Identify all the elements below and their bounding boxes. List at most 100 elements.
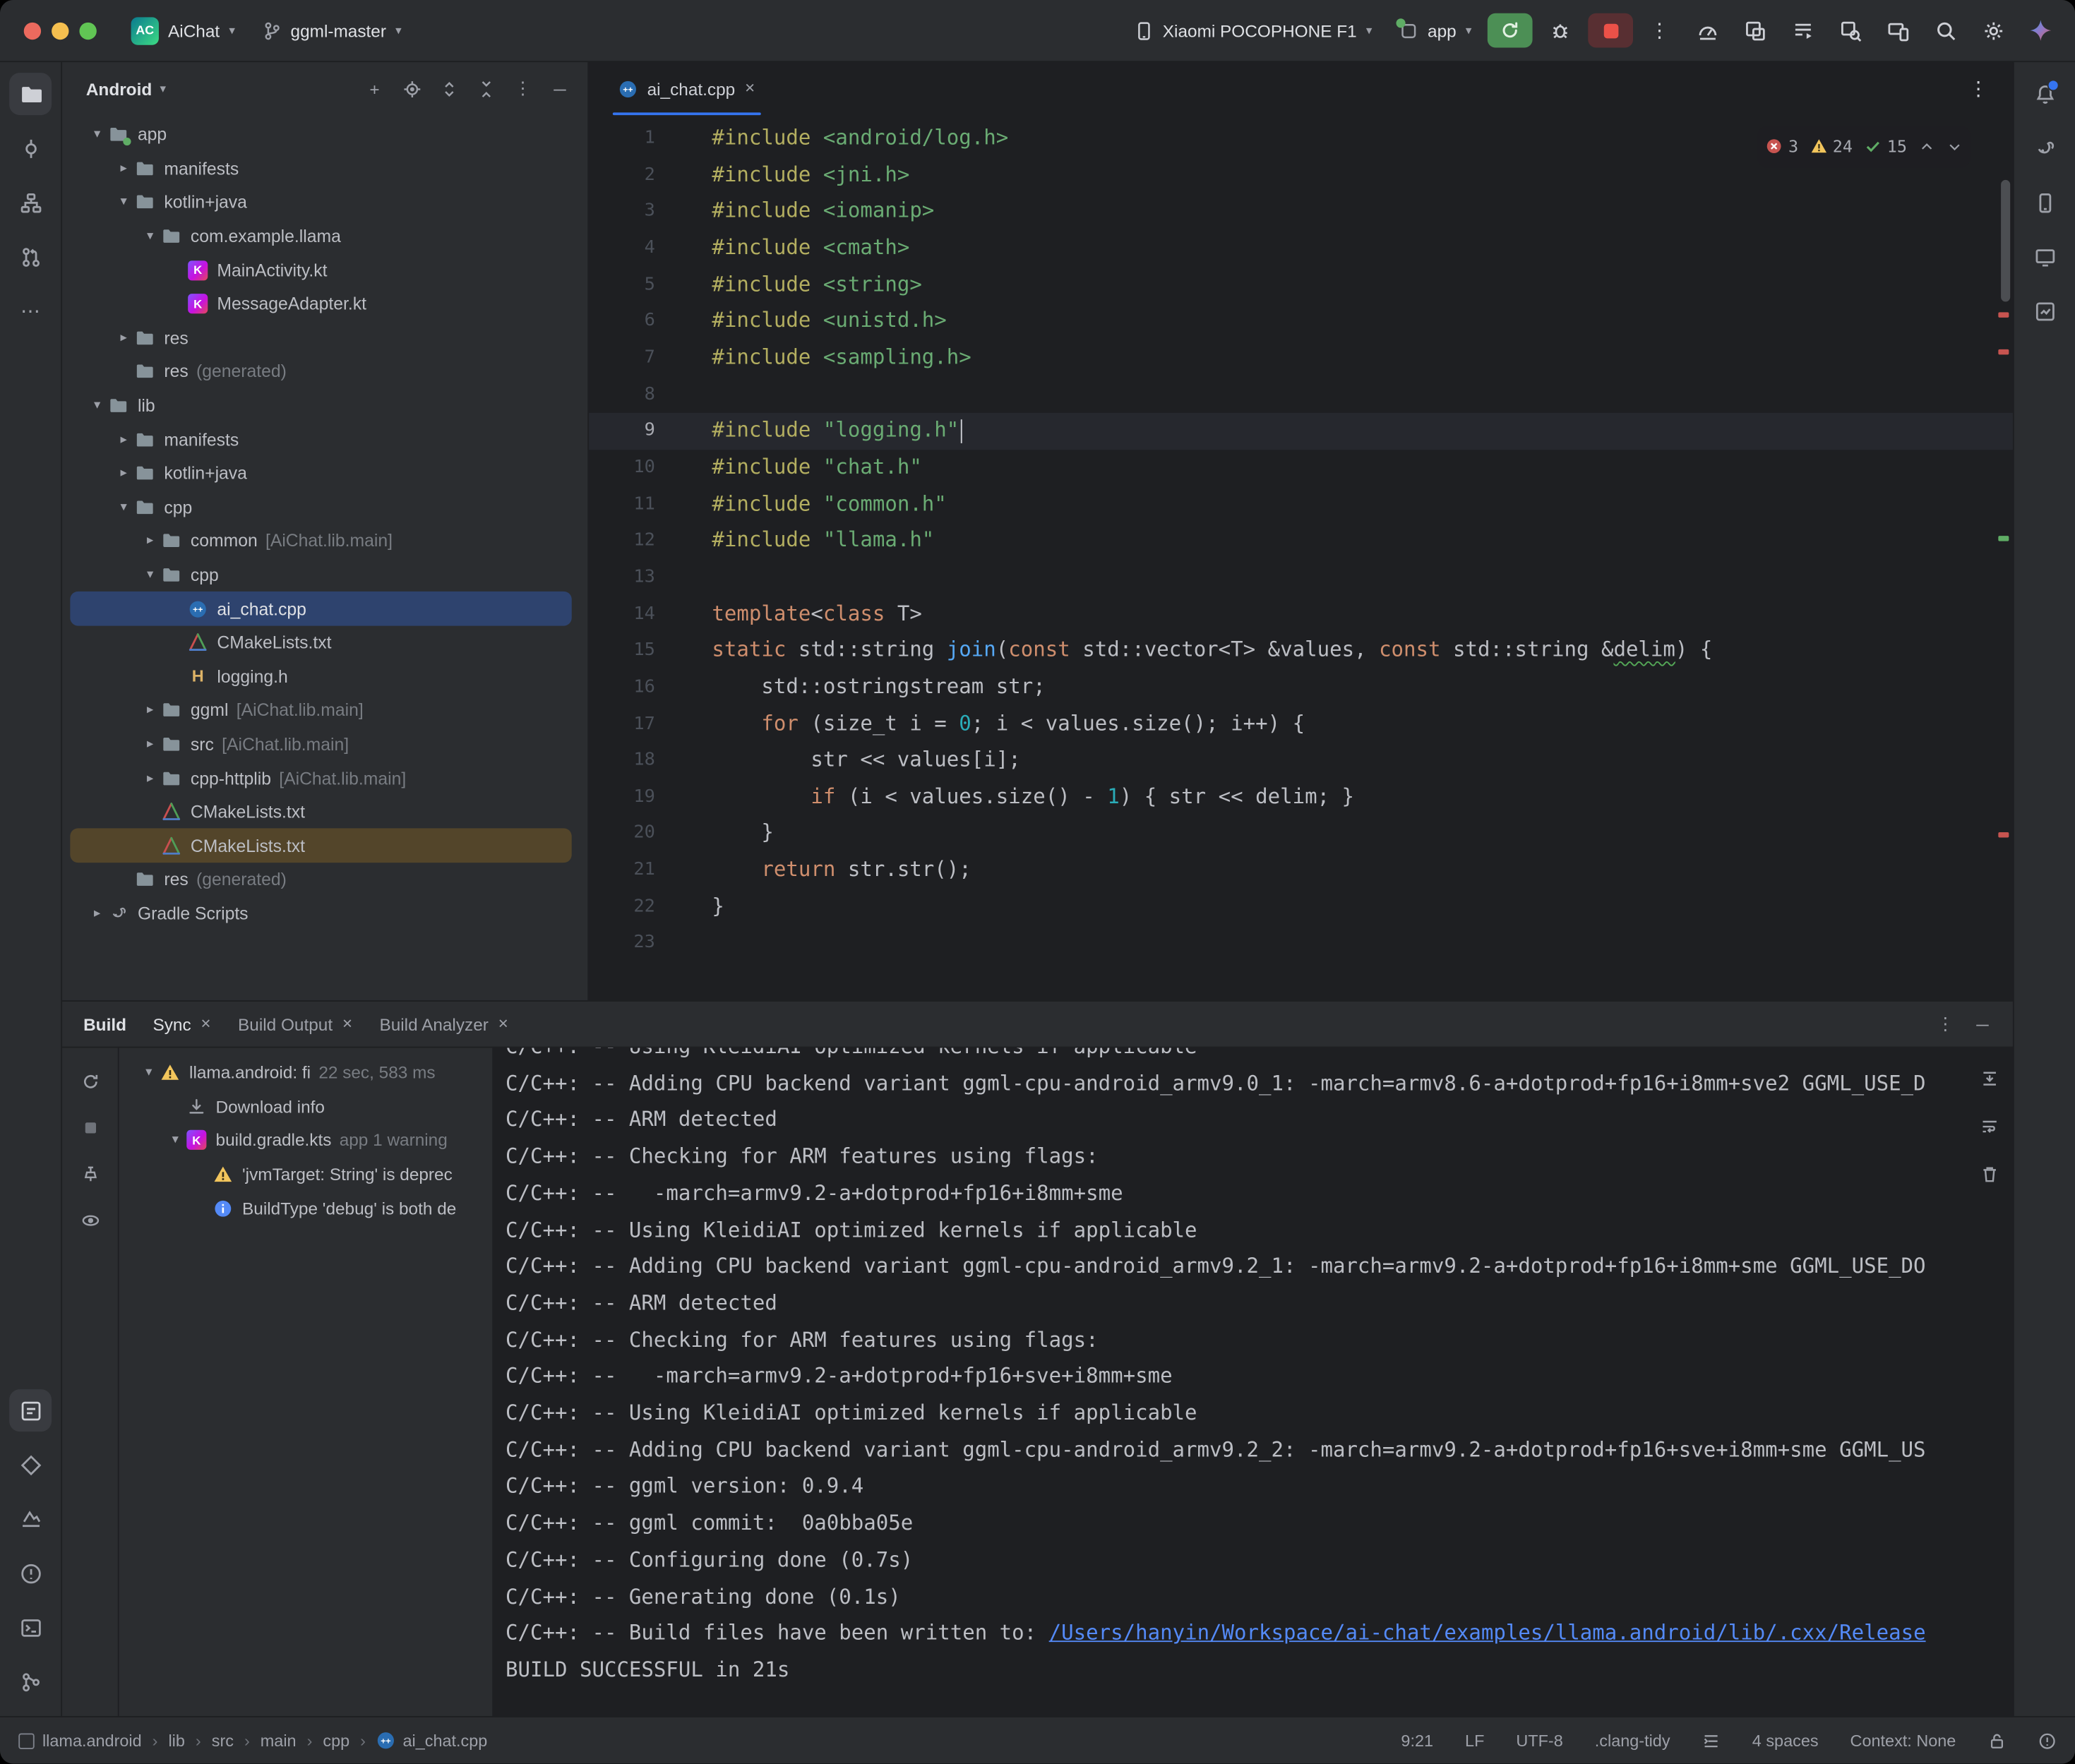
code-line[interactable]: 4#include <cmath>	[589, 230, 2013, 267]
tree-item-cpp[interactable]: ▾cpp	[70, 491, 571, 524]
pin-icon[interactable]	[73, 1156, 107, 1191]
tree-item-res[interactable]: res(generated)	[70, 863, 571, 896]
profiler-icon[interactable]	[1686, 11, 1728, 50]
dependencies-tool-icon[interactable]	[9, 1444, 52, 1486]
build-tree-item-build-gradle-kts[interactable]: ▾Kbuild.gradle.ktsapp 1 warning	[119, 1124, 493, 1158]
tree-item-kotlin-java[interactable]: ▸kotlin+java	[70, 457, 571, 491]
caret-position[interactable]: 9:21	[1401, 1732, 1433, 1750]
clear-console-icon[interactable]	[1972, 1156, 2007, 1191]
tree-item-cpp[interactable]: ▾cpp	[70, 558, 571, 592]
chevron-down-icon[interactable]: ▾	[86, 127, 109, 142]
code-line[interactable]: 17 for (size_t i = 0; i < values.size();…	[589, 706, 2013, 743]
rerun-build-icon[interactable]	[73, 1064, 107, 1098]
chevron-right-icon[interactable]: ▸	[139, 737, 162, 752]
tree-item-app[interactable]: ▾app	[70, 118, 571, 152]
tree-item-common[interactable]: ▸common[AiChat.lib.main]	[70, 524, 571, 558]
tree-item-ai-chat-cpp[interactable]: ++ai_chat.cpp	[70, 592, 571, 625]
breadcrumb-ai-chat-cpp[interactable]: ++ai_chat.cpp	[376, 1731, 487, 1751]
project-selector[interactable]: AC AiChat ▾	[121, 11, 246, 49]
build-tree-item-llama-android-fi[interactable]: ▾llama.android: fi22 sec, 583 ms	[119, 1056, 493, 1090]
filter-icon[interactable]	[73, 1203, 107, 1237]
code-line[interactable]: 10#include "chat.h"	[589, 450, 2013, 486]
code-line[interactable]: 7#include <sampling.h>	[589, 340, 2013, 377]
chevron-down-icon[interactable]: ▾	[139, 229, 162, 244]
code-line[interactable]: 6#include <unistd.h>	[589, 304, 2013, 340]
code-line[interactable]: 12#include "llama.h"	[589, 523, 2013, 560]
hide-build-panel-icon[interactable]: ─	[1965, 1007, 1999, 1041]
zoom-window-button[interactable]	[79, 22, 96, 39]
commit-tool-icon[interactable]	[9, 127, 52, 169]
device-explorer-tool-icon[interactable]	[9, 1498, 52, 1540]
close-tab-icon[interactable]: ✕	[498, 1016, 509, 1031]
code-line[interactable]: 14template<class T>	[589, 596, 2013, 632]
build-tab-sync[interactable]: Sync✕	[153, 1014, 211, 1034]
tree-item-cmakelists-txt[interactable]: CMakeLists.txt	[70, 625, 571, 659]
close-tab-icon[interactable]: ✕	[342, 1016, 353, 1031]
tree-item-messageadapter-kt[interactable]: KMessageAdapter.kt	[70, 287, 571, 321]
tree-item-manifests[interactable]: ▸manifests	[70, 152, 571, 186]
gemini-assistant-icon[interactable]	[2019, 11, 2062, 50]
breadcrumb-llama-android[interactable]: llama.android	[42, 1732, 142, 1750]
next-problem-icon[interactable]	[1947, 138, 1962, 154]
code-line[interactable]: 3#include <iomanip>	[589, 193, 2013, 230]
project-tool-icon[interactable]	[9, 73, 52, 115]
chevron-right-icon[interactable]: ▸	[139, 703, 162, 718]
code-line[interactable]: 20 }	[589, 816, 2013, 853]
breadcrumb-cpp[interactable]: cpp	[323, 1732, 349, 1750]
chevron-down-icon[interactable]: ▾	[112, 500, 135, 515]
code-area[interactable]: 1#include <android/log.h>2#include <jni.…	[589, 115, 2013, 1000]
line-ending[interactable]: LF	[1465, 1732, 1484, 1750]
close-window-button[interactable]	[24, 22, 41, 39]
build-tab-build-output[interactable]: Build Output✕	[238, 1014, 353, 1034]
tree-item-res[interactable]: res(generated)	[70, 355, 571, 389]
close-tab-icon[interactable]: ✕	[201, 1016, 212, 1031]
change-stripe-mark[interactable]	[1998, 536, 2009, 541]
clang-tidy[interactable]: .clang-tidy	[1595, 1732, 1670, 1750]
build-tree-item-jvmtarget-string-is-deprec[interactable]: 'jvmTarget: String' is deprec	[119, 1158, 493, 1192]
tree-item-cpp-httplib[interactable]: ▸cpp-httplib[AiChat.lib.main]	[70, 761, 571, 795]
code-line[interactable]: 11#include "common.h"	[589, 486, 2013, 523]
code-line[interactable]: 5#include <string>	[589, 267, 2013, 304]
tree-item-res[interactable]: ▸res	[70, 321, 571, 355]
build-tool-icon[interactable]	[9, 1389, 52, 1432]
tree-item-logging-h[interactable]: Hlogging.h	[70, 659, 571, 693]
collapse-all-icon[interactable]	[469, 71, 503, 106]
soft-wrap-icon[interactable]	[1972, 1109, 2007, 1144]
debug-button[interactable]	[1538, 13, 1583, 48]
chevron-right-icon[interactable]: ▸	[86, 906, 109, 921]
passed-badge[interactable]: 15	[1865, 128, 1907, 165]
tree-item-com-example-llama[interactable]: ▾com.example.llama	[70, 220, 571, 253]
tree-item-lib[interactable]: ▾lib	[70, 389, 571, 423]
tree-item-manifests[interactable]: ▸manifests	[70, 423, 571, 457]
tree-item-cmakelists-txt[interactable]: CMakeLists.txt	[70, 829, 571, 863]
editor-scrollbar[interactable]	[2001, 180, 2010, 301]
code-line[interactable]: 15static std::string join(const std::vec…	[589, 632, 2013, 669]
app-inspection-icon[interactable]	[1829, 11, 1871, 50]
code-line[interactable]: 18 str << values[i];	[589, 743, 2013, 779]
tree-item-src[interactable]: ▸src[AiChat.lib.main]	[70, 727, 571, 761]
stop-button[interactable]	[1588, 13, 1633, 48]
code-line[interactable]: 13	[589, 560, 2013, 596]
breadcrumb-src[interactable]: src	[212, 1732, 234, 1750]
running-devices-tool-icon[interactable]	[2023, 236, 2066, 278]
chevron-down-icon[interactable]: ▾	[138, 1065, 160, 1080]
errors-badge[interactable]: 3	[1766, 128, 1798, 165]
chevron-down-icon[interactable]: ▾	[112, 195, 135, 210]
pull-requests-tool-icon[interactable]	[9, 236, 52, 278]
problems-tool-icon[interactable]	[9, 1552, 52, 1595]
scroll-to-end-icon[interactable]	[1972, 1061, 2007, 1096]
chevron-down-icon[interactable]: ▾	[164, 1133, 186, 1148]
console-link[interactable]: /Users/hanyin/Workspace/ai-chat/examples…	[1049, 1621, 1926, 1645]
structure-tool-icon[interactable]	[9, 181, 52, 224]
gradle-tool-icon[interactable]	[2023, 127, 2066, 169]
chevron-down-icon[interactable]: ▾	[86, 398, 109, 413]
chevron-right-icon[interactable]: ▸	[112, 432, 135, 447]
expand-all-icon[interactable]	[431, 71, 466, 106]
layout-inspector-icon[interactable]	[1733, 11, 1776, 50]
locate-file-icon[interactable]	[395, 71, 429, 106]
chevron-right-icon[interactable]: ▸	[139, 771, 162, 786]
prev-problem-icon[interactable]	[1919, 138, 1935, 154]
branch-selector[interactable]: ggml-master ▾	[251, 16, 412, 46]
code-line[interactable]: 22}	[589, 889, 2013, 925]
tree-item-mainactivity-kt[interactable]: KMainActivity.kt	[70, 253, 571, 287]
